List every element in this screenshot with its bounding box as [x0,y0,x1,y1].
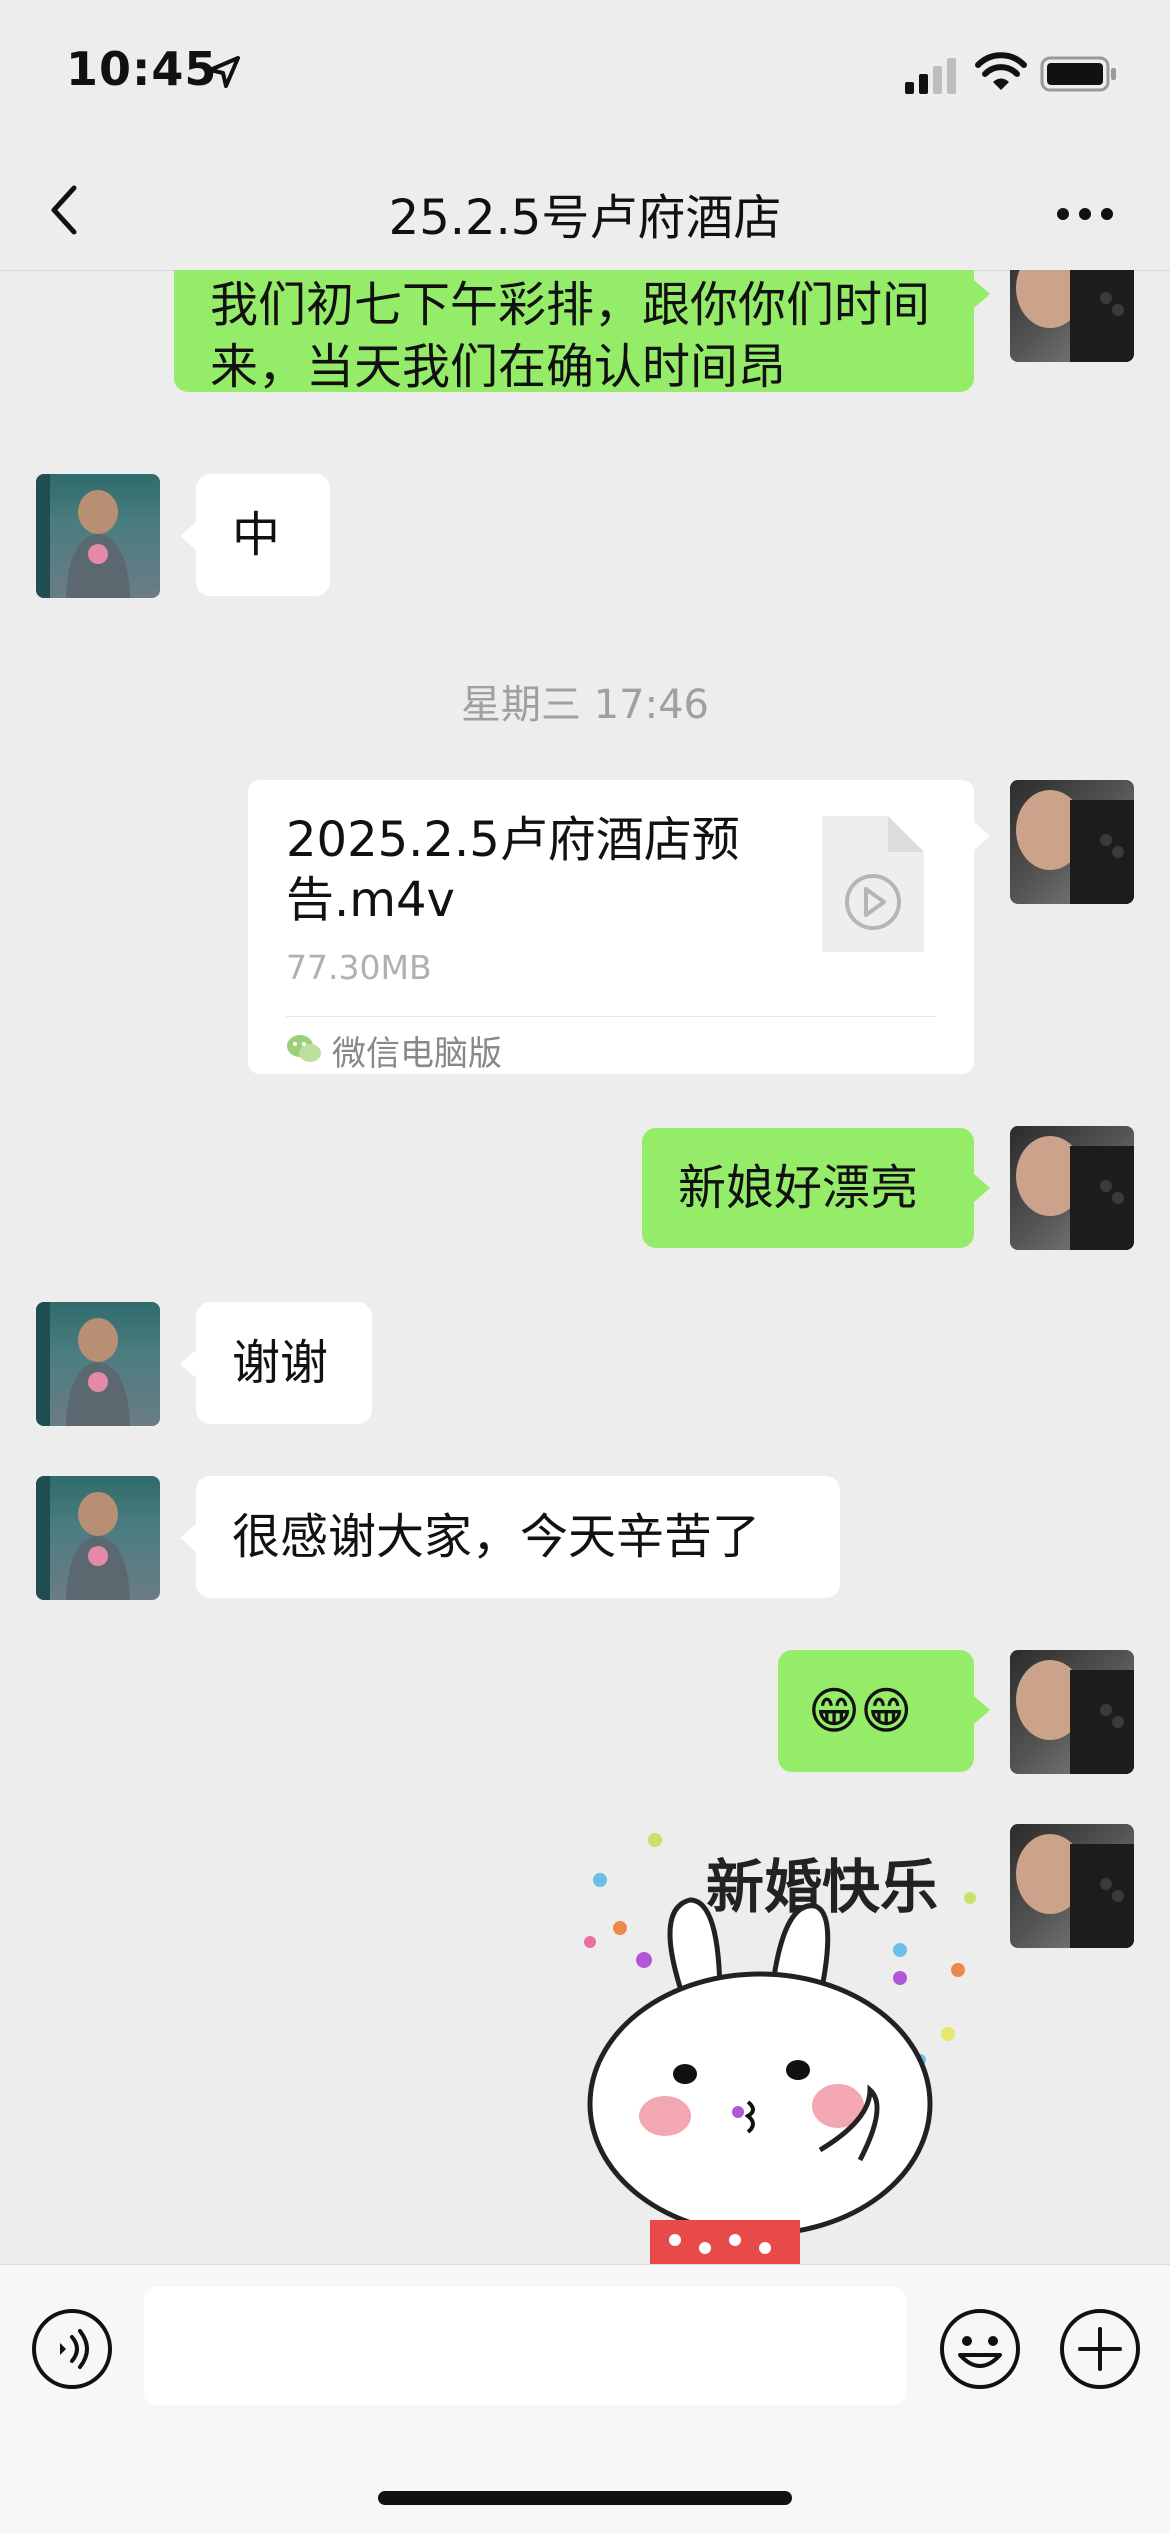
voice-icon[interactable] [30,2307,114,2391]
message-bubble[interactable]: 谢谢 [196,1302,372,1424]
wechat-pc-icon [287,1035,321,1062]
message-text: 我们初七下午彩排，跟你你们时间来，当天我们在确认时间昂 [210,277,931,395]
bubble-tail [974,1174,990,1202]
bubble-tail [180,1350,196,1378]
bubble-tail [974,280,990,308]
message-bubble[interactable]: 新娘好漂亮 [642,1128,974,1248]
message-text-input[interactable] [144,2287,906,2405]
status-bar: 10:45 [0,0,1170,150]
message-input-bar [0,2264,1170,2533]
bubble-tail [180,1524,196,1552]
file-name: 2025.2.5卢府酒店预告.m4v [286,812,740,928]
message-bubble[interactable]: 中 [196,474,330,596]
file-size: 77.30MB [286,948,432,987]
status-time: 10:45 [66,42,218,96]
bubble-tail [180,522,196,550]
bubble-tail [974,822,990,850]
contact-avatar[interactable] [36,474,160,598]
message-bubble[interactable]: 😁😁 [778,1650,974,1772]
message-bubble[interactable]: 我们初七下午彩排，跟你你们时间来，当天我们在确认时间昂 [174,270,974,395]
bunny-sticker-image [584,1833,976,2264]
contact-avatar[interactable] [36,1476,160,1600]
emoji-icon[interactable] [938,2307,1022,2391]
more-dots-icon[interactable] [1055,206,1115,222]
my-avatar[interactable] [1010,1126,1134,1250]
plus-icon[interactable] [1058,2307,1142,2391]
message-timestamp: 星期三 17:46 [461,682,709,728]
sticker-message[interactable]: 新婚快乐 [570,1820,990,2264]
my-avatar[interactable] [1010,1650,1134,1774]
my-avatar[interactable] [1010,270,1134,362]
my-avatar[interactable] [1010,1824,1134,1948]
message-text: 中 [232,507,281,563]
file-message-card[interactable]: 2025.2.5卢府酒店预告.m4v 77.30MB 微信电脑版 [248,780,974,1074]
message-bubble[interactable]: 很感谢大家，今天辛苦了 [196,1476,840,1598]
location-arrow-icon [208,56,240,88]
video-file-icon [822,816,924,952]
file-source-label: 微信电脑版 [332,1034,502,1074]
my-avatar[interactable] [1010,780,1134,904]
cellular-signal-icon [905,58,956,94]
battery-icon [1040,56,1116,92]
chat-header: 25.2.5号卢府酒店 [0,150,1170,271]
message-text: 新娘好漂亮 [678,1160,919,1216]
message-text: 很感谢大家，今天辛苦了 [232,1509,761,1565]
message-text: 谢谢 [232,1335,329,1391]
home-indicator[interactable] [378,2491,792,2505]
bubble-tail [974,1696,990,1724]
chat-title: 25.2.5号卢府酒店 [388,190,782,246]
card-divider [286,1016,936,1017]
message-list[interactable]: 我们初七下午彩排，跟你你们时间来，当天我们在确认时间昂 中 星期三 17:46 … [0,270,1170,2264]
message-text: 😁😁 [808,1682,913,1740]
wifi-icon [975,52,1027,90]
contact-avatar[interactable] [36,1302,160,1426]
